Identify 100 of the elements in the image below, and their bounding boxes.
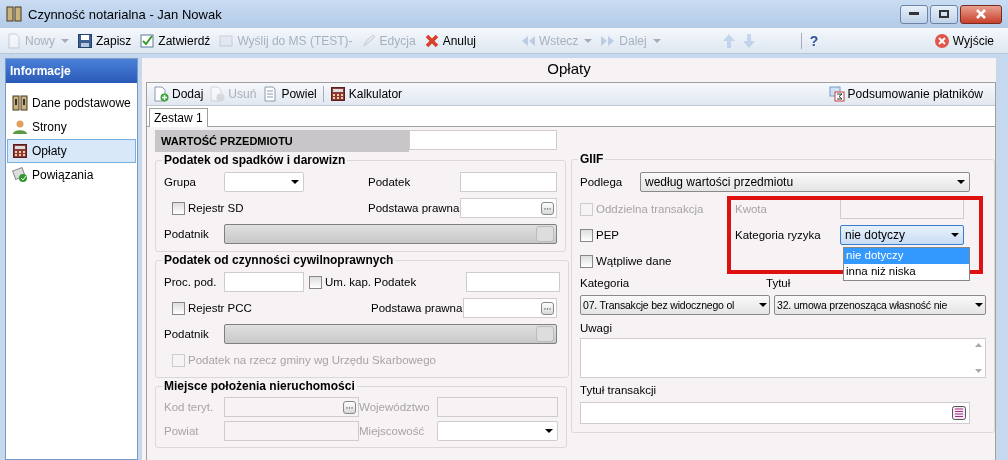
- checkbox-label: Rejestr PCC: [188, 302, 252, 314]
- checkbox-label: Podatek na rzecz gminy wg Urzędu Skarbowego: [188, 354, 436, 366]
- checkbox[interactable]: [172, 201, 185, 215]
- arrow-up-icon: [720, 32, 737, 49]
- field-label: Tytuł transakcji: [580, 384, 658, 396]
- section-title: Podatek od czynności cywilnoprawnych: [163, 253, 395, 267]
- dropdown[interactable]: nie dotyczy: [840, 225, 964, 245]
- checkbox-label: Wątpliwe dane: [596, 255, 672, 267]
- sidebar-item[interactable]: Opłaty: [7, 139, 136, 163]
- toolbar-button[interactable]: Powiel: [262, 86, 317, 102]
- input-field[interactable]: [224, 272, 304, 292]
- browse-button[interactable]: [541, 301, 554, 315]
- checkbox[interactable]: [172, 301, 185, 315]
- field-label: Podatnik: [164, 328, 210, 340]
- field-label: Województwo: [359, 401, 431, 413]
- input-field[interactable]: [224, 421, 359, 441]
- remove-document-icon: [209, 86, 226, 102]
- sidebar-item[interactable]: Dane podstawowe: [7, 91, 136, 115]
- section-title: Miejsce położenia nieruchomości: [163, 379, 356, 393]
- send-icon: [218, 32, 235, 49]
- input-field[interactable]: [466, 272, 560, 292]
- link-check-icon: [12, 167, 28, 183]
- dropdown[interactable]: według wartości przedmiotu: [640, 172, 970, 192]
- input-field[interactable]: [460, 198, 557, 218]
- field-label: Proc. pod.: [164, 276, 218, 288]
- maximize-button[interactable]: [930, 4, 958, 24]
- field-label: Tytuł: [766, 277, 792, 289]
- checkbox-label: Oddzielna transakcja: [596, 203, 704, 215]
- checkbox[interactable]: [580, 254, 593, 268]
- input-field[interactable]: [460, 172, 557, 192]
- calculator-icon: [329, 86, 346, 102]
- tab[interactable]: Zestaw 1: [149, 108, 208, 127]
- field-label: Kategoria: [580, 277, 631, 289]
- checkbox[interactable]: [309, 275, 322, 289]
- field-label: Podstawa prawna: [371, 302, 463, 314]
- field-label: Kod teryt.: [164, 401, 215, 413]
- checklist-icon: [139, 32, 156, 49]
- sidebar-header: Informacje: [6, 59, 137, 83]
- sidebar-item[interactable]: Powiązania: [7, 163, 136, 187]
- arrow-down-icon: [740, 32, 757, 49]
- scroll-up-icon[interactable]: [974, 343, 982, 347]
- checkbox-label: PEP: [596, 229, 619, 241]
- dropdown[interactable]: [437, 421, 558, 441]
- list-button[interactable]: [951, 405, 967, 421]
- section-title: Podatek od spadków i darowizn: [163, 153, 347, 167]
- subject-value-label: WARTOŚĆ PRZEDMIOTU: [155, 130, 409, 152]
- toolbar-button[interactable]: Dodaj: [153, 86, 204, 102]
- lookup-field[interactable]: [224, 324, 557, 344]
- document-icon: [6, 32, 22, 49]
- close-button[interactable]: [960, 4, 1002, 24]
- close-icon: [975, 9, 987, 19]
- expand-button[interactable]: [536, 326, 554, 342]
- exit-icon: [933, 32, 950, 49]
- maximize-icon: [939, 10, 949, 18]
- toolbar-button[interactable]: Zapisz: [77, 32, 132, 49]
- checkbox-label: Um. kap.: [325, 276, 371, 288]
- checkbox[interactable]: [580, 228, 593, 242]
- dropdown[interactable]: 32. umowa przenosząca własność nie: [774, 295, 986, 315]
- page-title: Opłaty: [546, 59, 592, 79]
- checkbox-label: Rejestr SD: [188, 202, 244, 214]
- help-button[interactable]: ?: [800, 32, 819, 49]
- field-label: Podatnik: [164, 228, 210, 240]
- scroll-down-icon[interactable]: [974, 369, 982, 373]
- input-field[interactable]: [409, 130, 557, 150]
- input-field[interactable]: [463, 298, 557, 318]
- person-icon: [12, 119, 28, 135]
- field-label: Grupa: [164, 176, 197, 188]
- edit-icon: [360, 32, 377, 49]
- section-title: GIIF: [579, 152, 605, 166]
- field-label: Podlega: [580, 176, 624, 188]
- input-field[interactable]: [437, 397, 558, 417]
- list-icon: [951, 405, 967, 421]
- browse-button[interactable]: [541, 201, 554, 215]
- sum-table-icon: [828, 86, 845, 102]
- expand-button[interactable]: [536, 226, 554, 242]
- minimize-button[interactable]: [900, 4, 928, 24]
- summary-button[interactable]: Podsumowanie płatników: [828, 86, 983, 102]
- field-label: Podstawa prawna: [368, 202, 460, 214]
- save-icon: [77, 32, 93, 49]
- input-field[interactable]: [580, 402, 970, 424]
- binder-icon: [12, 95, 28, 111]
- lookup-field[interactable]: [224, 224, 557, 244]
- dropdown[interactable]: [224, 172, 304, 192]
- sidebar-item[interactable]: Strony: [7, 115, 136, 139]
- calculator-icon: [12, 143, 28, 159]
- field-label: Podatek: [368, 176, 412, 188]
- app-icon: [6, 6, 22, 22]
- toolbar-button[interactable]: Zatwierdź: [139, 32, 211, 49]
- field-label: Miejscowość: [359, 425, 426, 437]
- field-label: Powiat: [164, 425, 200, 437]
- toolbar-button[interactable]: Anuluj: [423, 32, 476, 49]
- toolbar-button[interactable]: Kalkulator: [322, 86, 403, 102]
- copy-icon: [262, 86, 279, 102]
- close-icon: [423, 32, 440, 49]
- dropdown[interactable]: 07. Transakcje bez widocznego ol: [580, 295, 770, 315]
- exit-button[interactable]: Wyjście: [933, 32, 994, 49]
- dropdown-option[interactable]: inna niż niska: [844, 264, 969, 280]
- field-label: Uwagi: [580, 322, 613, 334]
- notes-field[interactable]: [580, 338, 986, 378]
- window-title: Czynność notarialna - Jan Nowak: [28, 6, 223, 22]
